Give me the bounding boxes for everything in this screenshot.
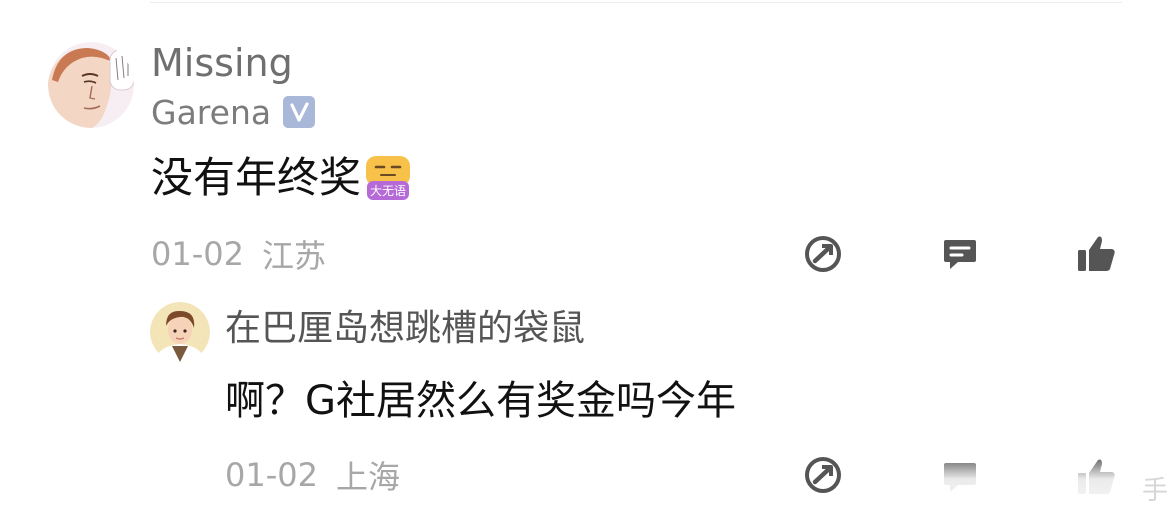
- comment-content: 没有年终奖 大无语: [151, 150, 413, 206]
- reply-avatar-illustration: [150, 302, 210, 362]
- comment-date: 01-02: [151, 235, 244, 273]
- watermark-fade: [930, 455, 1170, 515]
- emoji-label: 大无语: [370, 184, 406, 198]
- emoji-sticker: 大无语: [363, 153, 413, 203]
- reply-meta: 01-02 上海: [225, 455, 400, 496]
- reply-username[interactable]: 在巴厘岛想跳槽的袋鼠: [225, 306, 585, 352]
- like-icon[interactable]: [1076, 233, 1118, 275]
- comment-location: 江苏: [261, 237, 326, 275]
- comment-meta: 01-02 江苏: [151, 234, 326, 275]
- reply-date: 01-02: [225, 456, 318, 494]
- avatar[interactable]: [48, 42, 134, 128]
- top-divider: [150, 2, 1122, 3]
- reply-share-icon[interactable]: [802, 454, 844, 496]
- user-org-row: Garena: [151, 90, 316, 134]
- avatar-illustration: [48, 42, 134, 128]
- reply-avatar[interactable]: [150, 302, 210, 362]
- comment-username[interactable]: Missing: [151, 40, 293, 86]
- comment-text: 没有年终奖: [151, 153, 362, 202]
- reply-location: 上海: [335, 458, 400, 496]
- share-icon[interactable]: [802, 233, 844, 275]
- watermark: 手: [1141, 476, 1168, 506]
- reply-text: 啊？G社居然么有奖金吗今年: [225, 378, 736, 424]
- verified-v-icon: [283, 96, 316, 128]
- user-org: Garena: [151, 92, 272, 132]
- reply-icon[interactable]: [939, 233, 981, 275]
